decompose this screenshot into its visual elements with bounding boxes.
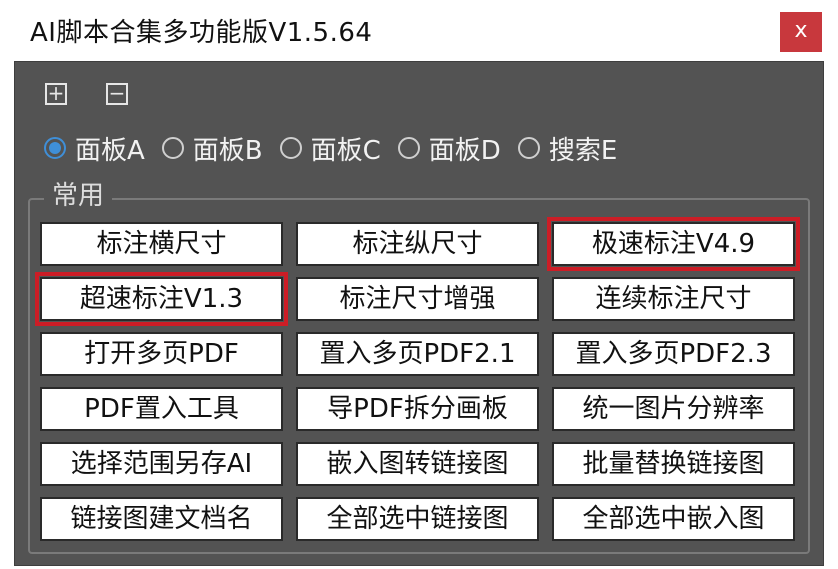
super-fast-annotate-button[interactable]: 超速标注V1.3 bbox=[35, 272, 288, 326]
radio-panel-a[interactable]: 面板A bbox=[44, 130, 145, 167]
close-button[interactable]: x bbox=[780, 12, 822, 52]
radio-panel-c[interactable]: 面板C bbox=[279, 130, 381, 167]
radio-search-e[interactable]: 搜索E bbox=[517, 130, 618, 167]
window-title: AI脚本合集多功能版V1.5.64 bbox=[30, 18, 373, 48]
continuous-annotate-button[interactable]: 连续标注尺寸 bbox=[552, 277, 795, 321]
embedded-to-linked-button[interactable]: 嵌入图转链接图 bbox=[296, 442, 539, 486]
radio-label: 面板B bbox=[192, 135, 263, 166]
radio-dot-icon bbox=[517, 137, 540, 159]
panel-selector: 面板A 面板B 面板C 面板D 搜索E bbox=[44, 130, 634, 167]
radio-dot-icon bbox=[161, 137, 184, 159]
export-pdf-split-artboard-button[interactable]: 导PDF拆分画板 bbox=[296, 387, 539, 431]
unify-image-resolution-button[interactable]: 统一图片分辨率 bbox=[552, 387, 795, 431]
annotate-vertical-button[interactable]: 标注纵尺寸 bbox=[296, 222, 539, 266]
open-multipage-pdf-button[interactable]: 打开多页PDF bbox=[40, 332, 283, 376]
collapse-icon[interactable]: − bbox=[106, 83, 128, 105]
place-multipage-pdf-21-button[interactable]: 置入多页PDF2.1 bbox=[296, 332, 539, 376]
annotate-horizontal-button[interactable]: 标注横尺寸 bbox=[40, 222, 283, 266]
place-multipage-pdf-23-button[interactable]: 置入多页PDF2.3 bbox=[552, 332, 795, 376]
radio-panel-b[interactable]: 面板B bbox=[161, 130, 263, 167]
expand-icon[interactable]: + bbox=[45, 83, 67, 105]
radio-label: 搜索E bbox=[548, 135, 618, 166]
radio-dot-icon bbox=[279, 137, 302, 159]
radio-panel-d[interactable]: 面板D bbox=[397, 130, 501, 167]
batch-replace-linked-button[interactable]: 批量替换链接图 bbox=[552, 442, 795, 486]
radio-dot-icon bbox=[397, 137, 420, 159]
save-selection-as-ai-button[interactable]: 选择范围另存AI bbox=[40, 442, 283, 486]
radio-dot-icon bbox=[44, 137, 66, 159]
fast-annotate-button[interactable]: 极速标注V4.9 bbox=[547, 217, 800, 271]
group-label: 常用 bbox=[44, 180, 113, 212]
linked-image-doc-name-button[interactable]: 链接图建文档名 bbox=[40, 497, 283, 541]
button-grid: 标注横尺寸 标注纵尺寸 极速标注V4.9 超速标注V1.3 标注尺寸增强 连续标… bbox=[35, 217, 800, 541]
select-all-embedded-button[interactable]: 全部选中嵌入图 bbox=[552, 497, 795, 541]
radio-label: 面板A bbox=[75, 135, 145, 166]
annotate-enhanced-button[interactable]: 标注尺寸增强 bbox=[296, 277, 539, 321]
radio-label: 面板D bbox=[428, 135, 501, 166]
radio-label: 面板C bbox=[310, 135, 381, 166]
pdf-place-tool-button[interactable]: PDF置入工具 bbox=[40, 387, 283, 431]
select-all-linked-button[interactable]: 全部选中链接图 bbox=[296, 497, 539, 541]
title-bar: AI脚本合集多功能版V1.5.64 x bbox=[0, 0, 838, 60]
